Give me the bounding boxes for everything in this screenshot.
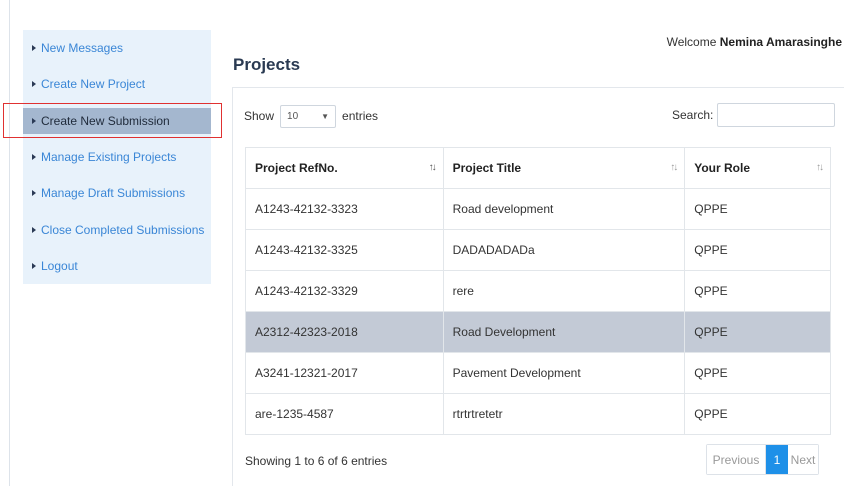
user-name: Nemina Amarasinghe xyxy=(719,35,842,49)
table-row-selected[interactable]: A2312-42323-2018 Road Development QPPE xyxy=(245,311,831,353)
arrow-right-icon xyxy=(32,227,36,233)
cell-role: QPPE xyxy=(684,270,831,312)
sidebar-item-manage-draft-submissions[interactable]: Manage Draft Submissions xyxy=(23,181,211,205)
cell-role: QPPE xyxy=(684,393,831,435)
welcome-prefix: Welcome xyxy=(666,35,720,49)
table-row[interactable]: A3241-12321-2017 Pavement Development QP… xyxy=(245,352,831,394)
left-divider xyxy=(9,0,10,486)
cell-role: QPPE xyxy=(684,188,831,230)
sidebar-menu: New Messages Create New Project Create N… xyxy=(23,30,211,284)
cell-refno: A1243-42132-3323 xyxy=(245,188,444,230)
table-row[interactable]: A1243-42132-3325 DADADADADa QPPE xyxy=(245,229,831,271)
cell-title: rtrtrtretetr xyxy=(442,393,686,435)
cell-refno: A2312-42323-2018 xyxy=(245,311,444,353)
table-info: Showing 1 to 6 of 6 entries xyxy=(245,454,388,468)
caret-down-icon: ▼ xyxy=(321,111,330,121)
entries-length-value: 10 xyxy=(287,110,299,122)
column-header-title[interactable]: Project Title ↑↓ xyxy=(442,147,686,189)
next-page-button[interactable]: Next xyxy=(788,445,818,474)
entries-length-control: Show 10 ▼ entries xyxy=(244,104,378,128)
cell-title: Pavement Development xyxy=(442,352,686,394)
sidebar-item-create-new-project[interactable]: Create New Project xyxy=(23,72,211,96)
table-row[interactable]: A1243-42132-3323 Road development QPPE xyxy=(245,188,831,230)
search-label: Search: xyxy=(672,108,714,122)
sidebar-item-close-completed-submissions[interactable]: Close Completed Submissions xyxy=(23,218,211,242)
page-title: Projects xyxy=(233,55,301,74)
sidebar-item-new-messages[interactable]: New Messages xyxy=(23,36,211,60)
cell-title: Road development xyxy=(442,188,686,230)
cell-refno: A1243-42132-3325 xyxy=(245,229,444,271)
arrow-right-icon xyxy=(32,263,36,269)
sidebar-item-label: Logout xyxy=(41,259,78,273)
pagination: Previous 1 Next xyxy=(706,444,819,475)
previous-page-button[interactable]: Previous xyxy=(707,445,766,474)
arrow-right-icon xyxy=(32,45,36,51)
column-header-label: Project Title xyxy=(452,161,522,175)
cell-refno: A3241-12321-2017 xyxy=(245,352,444,394)
table-row[interactable]: are-1235-4587 rtrtrtretetr QPPE xyxy=(245,393,831,435)
entries-label: entries xyxy=(342,109,379,123)
column-header-label: Project RefNo. xyxy=(255,161,338,175)
sidebar-item-label: Manage Draft Submissions xyxy=(41,186,186,200)
active-item-highlight xyxy=(3,103,222,138)
arrow-right-icon xyxy=(32,154,36,160)
cell-title: DADADADADa xyxy=(442,229,686,271)
search-input[interactable] xyxy=(717,103,836,127)
column-header-refno[interactable]: Project RefNo. ↑↓ xyxy=(245,147,444,189)
sort-icon: ↑↓ xyxy=(428,162,437,173)
cell-title: rere xyxy=(442,270,686,312)
sidebar-item-label: Close Completed Submissions xyxy=(41,223,205,237)
sidebar-item-manage-existing-projects[interactable]: Manage Existing Projects xyxy=(23,145,211,169)
projects-table: Project RefNo. ↑↓ Project Title ↑↓ Your … xyxy=(245,147,831,435)
sort-icon: ↑↓ xyxy=(816,162,824,173)
table-header-row: Project RefNo. ↑↓ Project Title ↑↓ Your … xyxy=(245,147,831,189)
table-row[interactable]: A1243-42132-3329 rere QPPE xyxy=(245,270,831,312)
sidebar-item-label: Create New Project xyxy=(41,77,146,91)
cell-role: QPPE xyxy=(684,352,831,394)
sidebar-item-label: New Messages xyxy=(41,41,124,55)
welcome-message: Welcome Nemina Amarasinghe xyxy=(667,35,842,49)
entries-length-select[interactable]: 10 ▼ xyxy=(280,104,337,128)
cell-role: QPPE xyxy=(684,229,831,271)
column-header-role[interactable]: Your Role ↑↓ xyxy=(684,147,831,189)
show-label: Show xyxy=(244,109,275,123)
cell-role: QPPE xyxy=(684,311,831,353)
sort-icon: ↑↓ xyxy=(670,162,678,173)
sidebar-item-logout[interactable]: Logout xyxy=(23,254,211,278)
page-1-button[interactable]: 1 xyxy=(766,445,788,474)
cell-refno: A1243-42132-3329 xyxy=(245,270,444,312)
cell-title: Road Development xyxy=(442,311,686,353)
column-header-label: Your Role xyxy=(694,161,751,175)
cell-refno: are-1235-4587 xyxy=(245,393,444,435)
arrow-right-icon xyxy=(32,81,36,87)
sidebar-item-label: Manage Existing Projects xyxy=(41,150,177,164)
arrow-right-icon xyxy=(32,190,36,196)
table-search: Search: xyxy=(672,103,836,127)
